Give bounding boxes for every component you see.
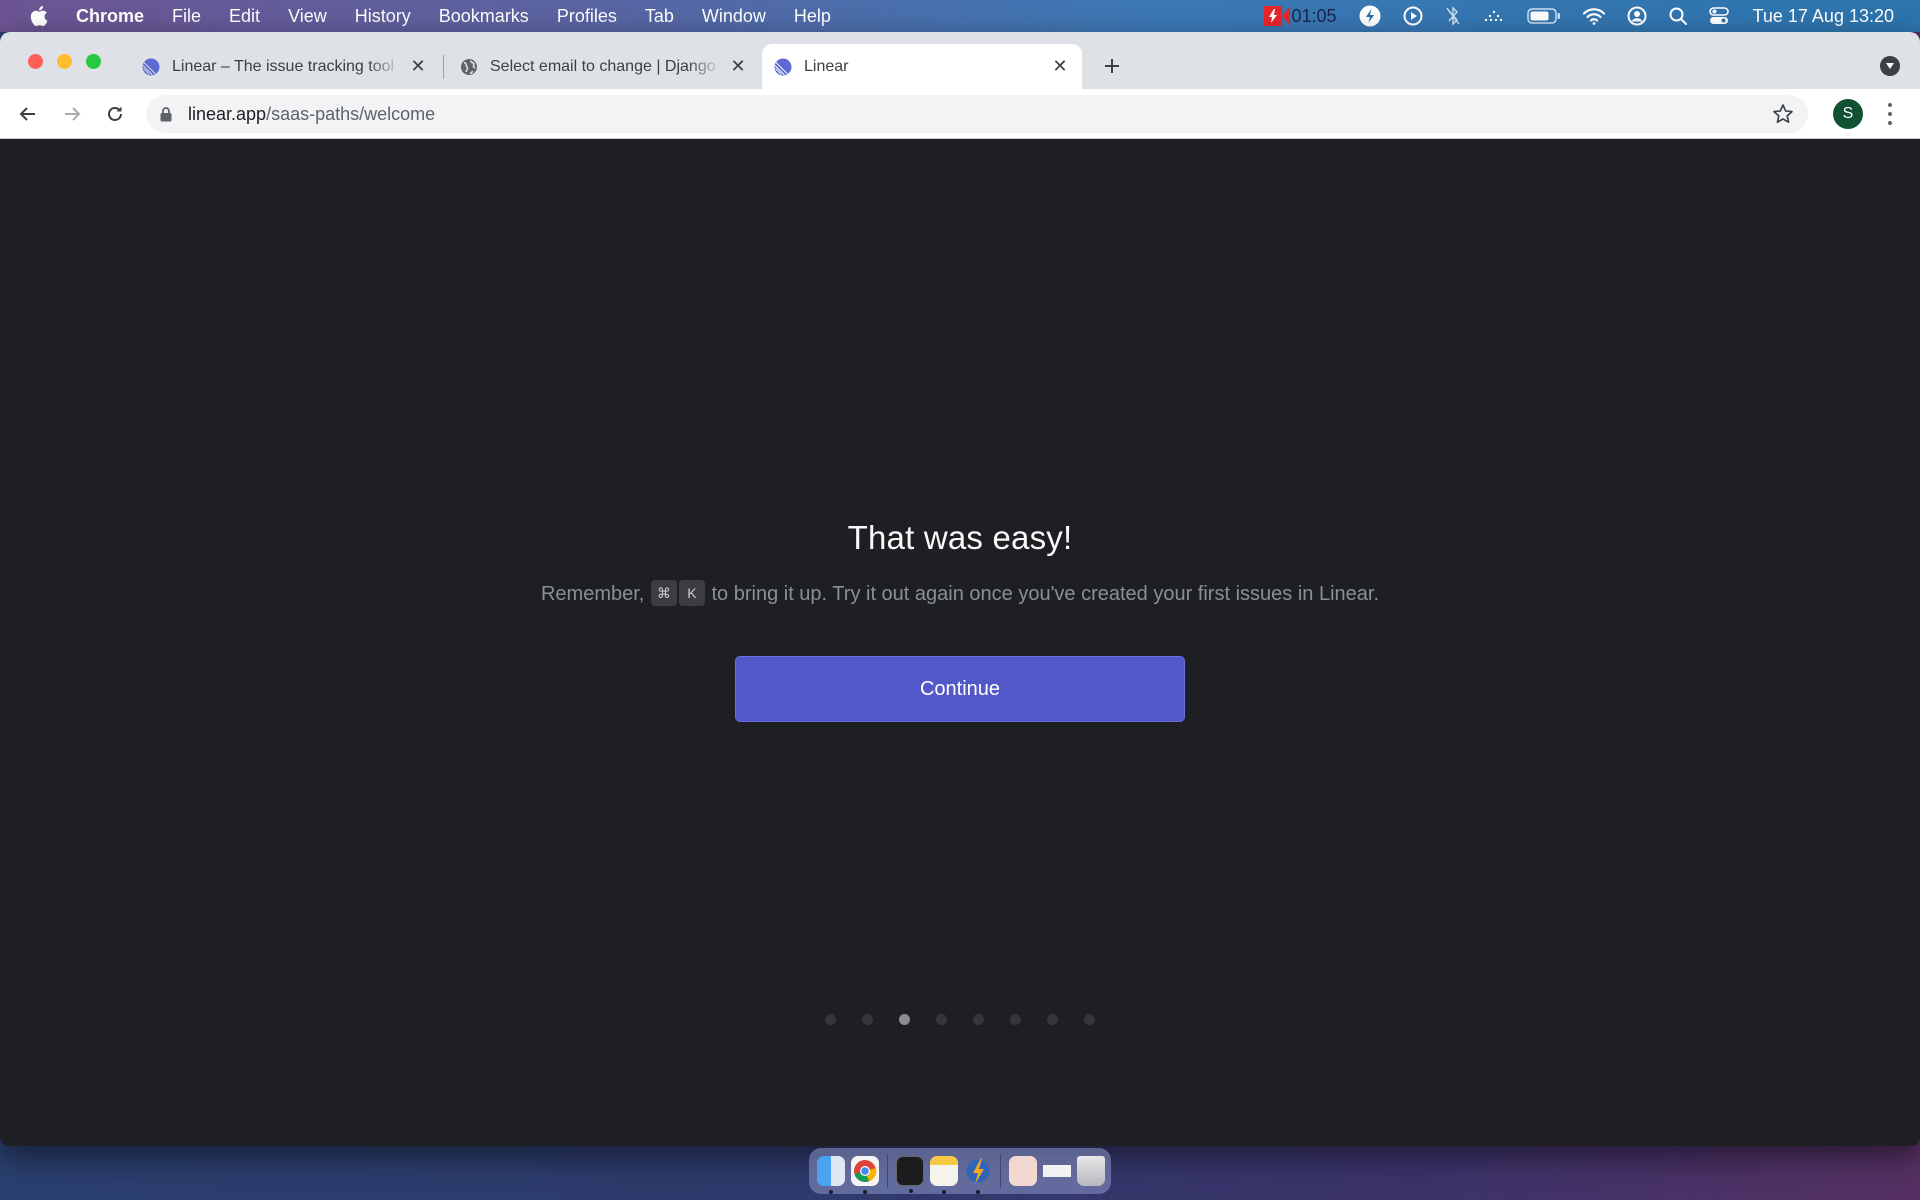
browser-window: Linear – The issue tracking tool ✕ Selec… [0,32,1920,1146]
tab-separator [443,55,444,79]
play-circle-icon[interactable] [1403,0,1423,32]
k-key-badge: K [678,580,705,607]
step-dot[interactable] [1047,1014,1058,1025]
url-host: linear.app [188,103,267,124]
menu-history[interactable]: History [355,6,411,27]
menu-app-chrome[interactable]: Chrome [76,6,144,27]
recording-flash-icon [1263,6,1282,26]
continue-button[interactable]: Continue [735,656,1185,722]
close-tab-icon[interactable]: ✕ [1050,56,1070,77]
battery-icon[interactable] [1526,0,1561,32]
back-button[interactable] [14,100,42,128]
linear-logo-icon [142,58,160,76]
zoom-window-button[interactable] [86,54,101,69]
user-circle-icon[interactable] [1627,0,1647,32]
dots-icon[interactable] [1483,0,1505,32]
browser-toolbar: linear.app/saas-paths/welcome S [0,89,1920,139]
recording-indicator[interactable]: 01:05 [1263,0,1337,32]
dock-separator [887,1154,888,1188]
menu-edit[interactable]: Edit [229,6,260,27]
menu-view[interactable]: View [288,6,327,27]
dock-separator [1000,1154,1001,1188]
chrome-dock-icon[interactable] [851,1156,879,1194]
finder-dock-icon[interactable] [817,1156,845,1194]
minimize-window-button[interactable] [57,54,72,69]
status-area: 01:05 Tue 17 Aug 13:20 [1242,0,1894,32]
apple-icon[interactable] [28,5,50,27]
tab-strip: Linear – The issue tracking tool ✕ Selec… [0,32,1920,89]
menu-bookmarks[interactable]: Bookmarks [439,6,529,27]
tab-title: Linear – The issue tracking tool [172,57,395,75]
menu-window[interactable]: Window [702,6,766,27]
linear-logo-icon [774,58,792,76]
step-progress-dots [0,1014,1920,1025]
menu-tab[interactable]: Tab [645,6,674,27]
arrow-right-icon [65,107,81,121]
document-dock-icon[interactable] [1009,1156,1037,1186]
step-dot[interactable] [973,1014,984,1025]
chevron-down-icon [1886,63,1894,69]
globe-icon [460,58,478,76]
screenshot-dock-icon[interactable] [1043,1156,1071,1186]
menu-profiles[interactable]: Profiles [557,6,617,27]
menu-bar-clock[interactable]: Tue 17 Aug 13:20 [1753,6,1894,27]
chrome-menu-button[interactable] [1882,101,1898,127]
wifi-icon[interactable] [1582,0,1605,32]
tab-title: Select email to change | Django site adm… [490,57,722,75]
step-description: Remember, ⌘ K to bring it up. Try it out … [540,579,1380,610]
macos-menu-bar: Chrome File Edit View History Bookmarks … [0,0,1920,32]
step-dot[interactable] [862,1014,873,1025]
terminal-dock-icon[interactable] [896,1156,924,1193]
url-text[interactable]: linear.app/saas-paths/welcome [188,104,435,125]
recording-time: 01:05 [1291,5,1337,26]
address-bar[interactable]: linear.app/saas-paths/welcome [146,95,1808,133]
description-text-start: Remember, [540,583,645,605]
tab-title: Linear [804,57,849,75]
tab-linear-home[interactable]: Linear – The issue tracking tool ✕ [130,44,440,89]
step-dot[interactable] [1010,1014,1021,1025]
url-path: /saas-paths/welcome [266,103,436,124]
bluetooth-off-icon[interactable] [1445,0,1461,32]
profile-avatar[interactable]: S [1833,99,1863,129]
tab-linear-active[interactable]: Linear ✕ [762,44,1082,89]
plus-icon [1105,59,1119,73]
tab-django-admin[interactable]: Select email to change | Django site adm… [448,44,760,89]
search-icon[interactable] [1669,0,1687,32]
trash-dock-icon[interactable] [1077,1156,1105,1186]
step-dot[interactable] [936,1014,947,1025]
bookmark-star-icon[interactable] [1772,103,1794,125]
menu-file[interactable]: File [172,6,201,27]
description-text-end: to bring it up. Try it out again once yo… [711,583,1379,605]
step-dot-current[interactable] [899,1014,910,1025]
forward-button[interactable] [58,100,86,128]
step-dot[interactable] [1084,1014,1095,1025]
linear-welcome-page: That was easy! Remember, ⌘ K to bring it … [0,139,1920,1146]
page-title: That was easy! [847,519,1073,556]
close-tab-icon[interactable]: ✕ [408,56,428,77]
flash-icon[interactable] [1359,0,1381,32]
camera-icon [1281,6,1290,26]
command-key-badge: ⌘ [650,580,677,607]
macos-dock [809,1148,1111,1194]
tab-search-button[interactable] [1880,56,1900,76]
reeder-dock-icon[interactable] [964,1156,992,1194]
close-window-button[interactable] [28,54,43,69]
menu-help[interactable]: Help [794,6,831,27]
new-tab-button[interactable] [1098,52,1126,80]
notes-dock-icon[interactable] [930,1156,958,1194]
lock-icon[interactable] [160,106,174,122]
arrow-left-icon [19,107,35,121]
reload-icon [108,106,122,121]
onboarding-step: That was easy! Remember, ⌘ K to bring it … [0,519,1920,722]
control-center-icon[interactable] [1708,0,1729,32]
close-tab-icon[interactable]: ✕ [728,56,748,77]
step-dot[interactable] [825,1014,836,1025]
reload-button[interactable] [101,100,129,128]
window-controls [28,54,101,69]
